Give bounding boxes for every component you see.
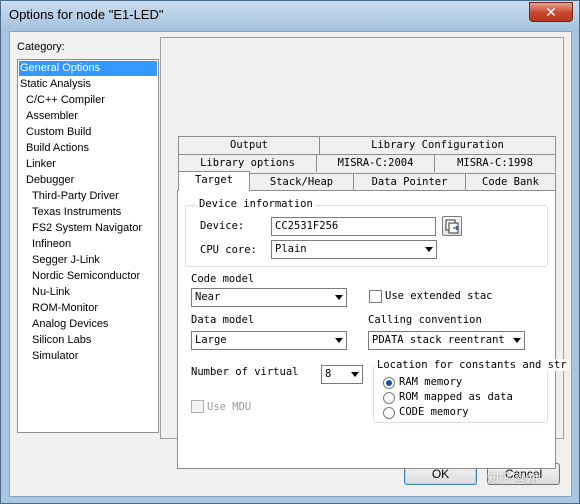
rom-mapped-radio[interactable] [383,392,395,404]
category-item-linker[interactable]: Linker [25,157,56,172]
chevron-down-icon [335,295,343,300]
tab-misra-c-1998[interactable]: MISRA-C:1998 [434,154,556,172]
category-item-custom-build[interactable]: Custom Build [25,125,91,140]
category-label: Category: [17,41,65,53]
data-model-value: Large [195,334,227,346]
calling-convention-label: Calling convention [368,314,482,326]
use-mdu-checkbox[interactable] [191,400,204,413]
category-item-infineon[interactable]: Infineon [31,237,71,252]
use-extended-stack-label: Use extended stac [385,290,493,302]
category-item-general-options[interactable]: General Options [19,61,157,76]
category-item-static-analysis[interactable]: Static Analysis [19,77,91,92]
category-item-debugger[interactable]: Debugger [25,173,74,188]
device-select-button[interactable] [442,216,462,236]
number-of-virtual-label: Number of virtual [191,366,299,378]
device-browse-icon [445,219,459,234]
use-mdu-label: Use MDU [207,401,252,413]
tab-output[interactable]: Output [178,136,320,154]
code-memory-label: CODE memory [399,406,469,418]
category-item-fs2-system-navigator[interactable]: FS2 System Navigator [31,221,142,236]
number-of-virtual-value: 8 [325,368,332,380]
category-item-nordic-semiconductor[interactable]: Nordic Semiconductor [31,269,140,284]
rom-mapped-label: ROM mapped as data [399,391,513,403]
chevron-down-icon [351,372,359,377]
tab-data-pointer[interactable]: Data Pointer [353,173,466,191]
category-item-nu-link[interactable]: Nu-Link [31,285,70,300]
tab-library-configuration[interactable]: Library Configuration [319,136,556,154]
device-field[interactable]: CC2531F256 [271,217,436,236]
category-item-build-actions[interactable]: Build Actions [25,141,89,156]
cpu-core-select[interactable]: Plain [271,240,437,259]
code-model-select[interactable]: Near [191,288,347,307]
close-icon: ✕ [545,4,557,20]
target-tab-content: Device information Device: CC2531F256 CP… [177,190,569,469]
category-item-simulator[interactable]: Simulator [31,349,78,364]
location-group-title: Location for constants and str [375,359,569,371]
device-information-title: Device information [197,198,315,210]
category-item-silicon-labs[interactable]: Silicon Labs [31,333,91,348]
tab-stack-heap[interactable]: Stack/Heap [249,173,354,191]
device-label: Device: [200,220,245,232]
code-model-label: Code model [191,273,255,285]
data-model-label: Data model [191,314,255,326]
tab-misra-c-2004[interactable]: MISRA-C:2004 [316,154,435,172]
chevron-down-icon [425,247,433,252]
close-button[interactable]: ✕ [529,2,573,22]
tab-library-options[interactable]: Library options [178,154,317,172]
chevron-down-icon [513,338,521,343]
window-title: Options for node "E1-LED" [9,7,164,22]
category-item-third-party-driver[interactable]: Third-Party Driver [31,189,119,204]
use-extended-stack-checkbox[interactable] [369,290,382,303]
category-item-segger-jlink[interactable]: Segger J-Link [31,253,100,268]
chevron-down-icon [335,338,343,343]
category-list[interactable]: General Options Static Analysis C/C++ Co… [17,59,159,433]
options-dialog: Options for node "E1-LED" ✕ Category: Ge… [0,0,580,504]
calling-convention-select[interactable]: PDATA stack reentrant [368,331,525,350]
category-item-texas-instruments[interactable]: Texas Instruments [31,205,121,220]
code-model-value: Near [195,291,221,303]
category-item-analog-devices[interactable]: Analog Devices [31,317,108,332]
cpu-core-label: CPU core: [200,244,257,256]
category-item-rom-monitor[interactable]: ROM-Monitor [31,301,98,316]
calling-convention-value: PDATA stack reentrant [372,334,505,346]
ram-memory-label: RAM memory [399,376,463,388]
cpu-core-value: Plain [275,243,307,255]
title-bar[interactable]: Options for node "E1-LED" ✕ [1,1,579,31]
number-of-virtual-select[interactable]: 8 [321,365,363,384]
tab-code-bank[interactable]: Code Bank [465,173,556,191]
ram-memory-radio[interactable] [383,377,395,389]
data-model-select[interactable]: Large [191,331,347,350]
category-item-c-cpp-compiler[interactable]: C/C++ Compiler [25,93,105,108]
code-memory-radio[interactable] [383,407,395,419]
category-item-assembler[interactable]: Assembler [25,109,78,124]
tab-target[interactable]: Target [178,171,250,191]
watermark: 知乎 @zlf [487,471,539,485]
